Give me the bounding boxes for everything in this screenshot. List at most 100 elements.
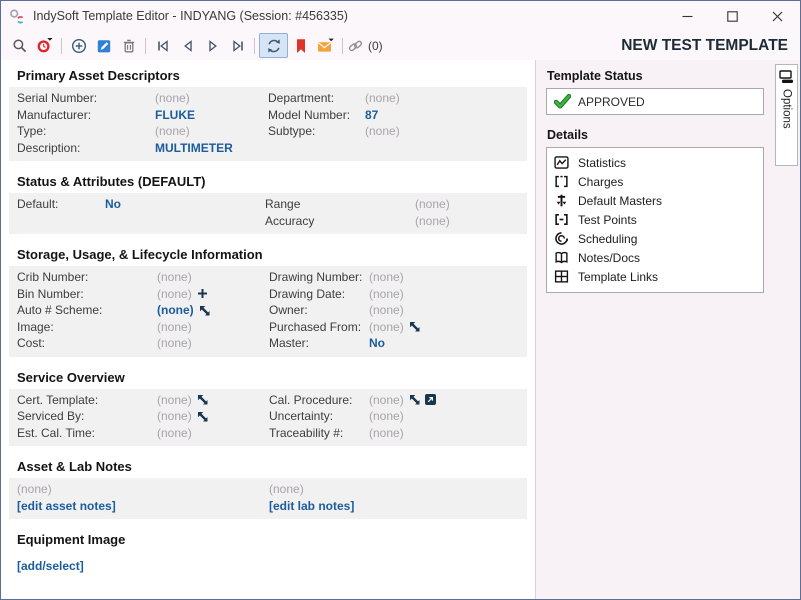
image-value: (none) xyxy=(157,319,269,336)
details-item-label: Scheduling xyxy=(578,232,637,246)
toolbar-separator xyxy=(61,38,62,54)
uncertainty-label: Uncertainty: xyxy=(269,408,369,425)
lab-notes-value: (none) xyxy=(269,481,523,498)
toolbar-separator xyxy=(342,38,343,54)
link-icon xyxy=(347,39,364,53)
edit-icon xyxy=(96,38,112,54)
toolbar: (0) NEW TEST TEMPLATE xyxy=(1,31,800,60)
description-label: Description: xyxy=(17,140,155,157)
approved-check-icon xyxy=(554,94,571,109)
options-tab-label: Options xyxy=(781,89,793,129)
details-item-charges[interactable]: Charges xyxy=(554,172,756,191)
template-status-box[interactable]: APPROVED xyxy=(546,88,764,115)
type-label: Type: xyxy=(17,123,155,140)
edit-lab-notes-link[interactable]: [edit lab notes] xyxy=(269,498,523,515)
default-label: Default: xyxy=(17,196,105,213)
add-button[interactable] xyxy=(66,34,91,57)
drawing-number-value: (none) xyxy=(369,269,523,286)
test-points-icon xyxy=(554,212,569,227)
master-value[interactable]: No xyxy=(369,335,523,352)
section-title-equipment-image: Equipment Image xyxy=(9,532,527,547)
serial-number-value: (none) xyxy=(155,90,268,107)
template-status-heading: Template Status xyxy=(547,69,764,83)
default-value[interactable]: No xyxy=(105,196,265,213)
nav-last-button[interactable] xyxy=(225,34,250,57)
nav-previous-button[interactable] xyxy=(175,34,200,57)
owner-value: (none) xyxy=(369,302,523,319)
purchased-from-value: (none) xyxy=(369,319,404,336)
delete-button[interactable] xyxy=(116,34,141,57)
add-icon xyxy=(71,38,87,54)
template-links-icon xyxy=(554,269,569,284)
details-item-label: Default Masters xyxy=(578,194,662,208)
bin-number-value: (none) xyxy=(157,286,192,303)
main-content: Primary Asset Descriptors Serial Number:… xyxy=(1,60,535,599)
details-item-template-links[interactable]: Template Links xyxy=(554,267,756,286)
manufacturer-label: Manufacturer: xyxy=(17,107,155,124)
delete-icon xyxy=(121,38,137,54)
goto-serviced-by-icon[interactable] xyxy=(197,411,208,422)
nav-last-icon xyxy=(230,38,246,54)
details-item-statistics[interactable]: Statistics xyxy=(554,153,756,172)
cal-procedure-label: Cal. Procedure: xyxy=(269,392,369,409)
cert-template-value: (none) xyxy=(157,392,192,409)
goto-cert-template-icon[interactable] xyxy=(197,394,208,405)
master-label: Master: xyxy=(269,335,369,352)
details-item-label: Statistics xyxy=(578,156,626,170)
nav-next-icon xyxy=(205,38,221,54)
section-title-primary: Primary Asset Descriptors xyxy=(9,68,527,83)
goto-purchased-from-icon[interactable] xyxy=(409,321,420,332)
details-item-test-points[interactable]: Test Points xyxy=(554,210,756,229)
monitor-icon xyxy=(779,70,794,84)
maximize-button[interactable] xyxy=(710,1,755,31)
add-bin-icon[interactable] xyxy=(197,288,208,299)
subtype-label: Subtype: xyxy=(268,123,365,140)
open-cal-procedure-icon[interactable] xyxy=(425,394,436,405)
links-button[interactable]: (0) xyxy=(347,39,383,53)
bookmark-button[interactable] xyxy=(288,34,313,57)
app-logo-icon xyxy=(9,8,26,25)
history-icon xyxy=(36,37,53,54)
asset-notes-value: (none) xyxy=(17,481,269,498)
goto-auto-scheme-icon[interactable] xyxy=(199,305,210,316)
charges-icon xyxy=(554,174,569,189)
email-button[interactable] xyxy=(313,34,338,57)
link-count: (0) xyxy=(368,39,383,53)
storage-lifecycle-panel: Crib Number: (none) Drawing Number: (non… xyxy=(9,266,527,357)
description-value[interactable]: MULTIMETER xyxy=(155,140,268,157)
primary-asset-panel: Serial Number: (none) Department: (none)… xyxy=(9,87,527,161)
owner-label: Owner: xyxy=(269,302,369,319)
auto-scheme-value[interactable]: (none) xyxy=(157,302,194,319)
nav-first-button[interactable] xyxy=(150,34,175,57)
options-tab[interactable]: Options xyxy=(775,64,798,166)
section-title-service: Service Overview xyxy=(9,370,527,385)
model-number-value[interactable]: 87 xyxy=(365,107,523,124)
details-item-label: Charges xyxy=(578,175,623,189)
traceability-label: Traceability #: xyxy=(269,425,369,442)
close-button[interactable] xyxy=(755,1,800,31)
edit-asset-notes-link[interactable]: [edit asset notes] xyxy=(17,498,269,515)
subtype-value: (none) xyxy=(365,123,523,140)
section-title-status: Status & Attributes (DEFAULT) xyxy=(9,174,527,189)
manufacturer-value[interactable]: FLUKE xyxy=(155,107,268,124)
app-window: IndySoft Template Editor - INDYANG (Sess… xyxy=(0,0,801,600)
refresh-button[interactable] xyxy=(259,33,288,58)
search-button[interactable] xyxy=(7,34,32,57)
details-item-notes-docs[interactable]: Notes/Docs xyxy=(554,248,756,267)
edit-button[interactable] xyxy=(91,34,116,57)
cost-label: Cost: xyxy=(17,335,157,352)
minimize-button[interactable] xyxy=(665,1,710,31)
toolbar-separator xyxy=(254,38,255,54)
search-icon xyxy=(12,38,28,54)
drawing-date-value: (none) xyxy=(369,286,523,303)
details-item-default-masters[interactable]: Default Masters xyxy=(554,191,756,210)
details-box: Statistics Charges Default Masters xyxy=(546,147,764,293)
range-label: Range xyxy=(265,196,415,213)
goto-cal-procedure-icon[interactable] xyxy=(409,394,420,405)
nav-first-icon xyxy=(155,38,171,54)
add-select-image-link[interactable]: [add/select] xyxy=(17,559,84,573)
details-item-scheduling[interactable]: Scheduling xyxy=(554,229,756,248)
nav-next-button[interactable] xyxy=(200,34,225,57)
department-value: (none) xyxy=(365,90,523,107)
history-button[interactable] xyxy=(32,34,57,57)
